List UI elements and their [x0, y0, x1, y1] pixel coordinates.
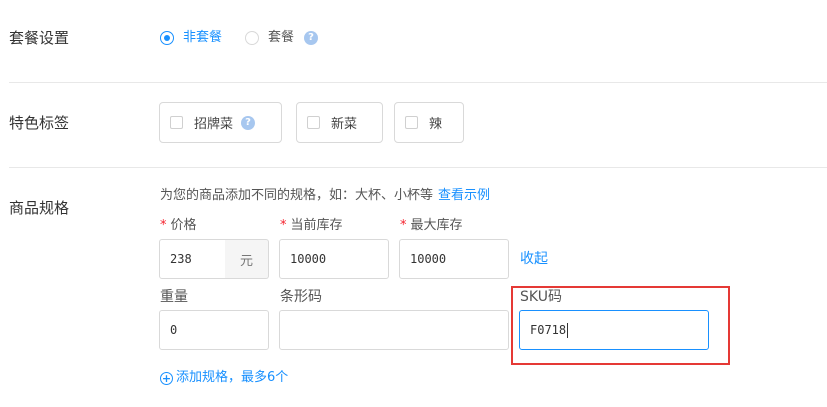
- divider: [9, 167, 827, 168]
- package-setting-label: 套餐设置: [9, 29, 70, 47]
- radio-checked-icon: [160, 31, 174, 45]
- price-unit-addon: 元: [225, 239, 269, 279]
- spec-hint-text: 为您的商品添加不同的规格，如：大杯、小杯等: [160, 188, 434, 203]
- tag-signature-label: 招牌菜: [194, 117, 234, 132]
- view-example-link[interactable]: 查看示例: [438, 188, 490, 203]
- price-label-text: 价格: [170, 218, 197, 233]
- weight-label: 重量: [160, 289, 188, 305]
- radio-non-package-label: 非套餐: [183, 30, 223, 45]
- max-stock-label: * 最大库存: [400, 217, 463, 235]
- sku-label: SKU码: [520, 289, 562, 305]
- radio-package[interactable]: 套餐 ?: [245, 29, 319, 47]
- required-mark: *: [160, 218, 167, 233]
- feature-tags-label: 特色标签: [9, 114, 70, 132]
- sku-input-value: F0718: [530, 323, 567, 337]
- tag-checkbox-signature[interactable]: 招牌菜 ?: [159, 102, 282, 143]
- tag-spicy-label: 辣: [429, 117, 443, 132]
- price-input[interactable]: 238: [159, 239, 226, 279]
- product-form: 套餐设置 非套餐 套餐 ? 特色标签 招牌菜 ? 新菜 辣 商品规格 为您的商品…: [0, 0, 827, 407]
- spec-hint: 为您的商品添加不同的规格，如：大杯、小杯等 查看示例: [160, 186, 490, 206]
- help-icon[interactable]: ?: [241, 115, 256, 130]
- max-stock-label-text: 最大库存: [410, 218, 463, 233]
- stock-input[interactable]: 10000: [279, 239, 389, 279]
- required-mark: *: [400, 218, 407, 233]
- help-icon[interactable]: ?: [304, 31, 319, 45]
- product-spec-label: 商品规格: [9, 199, 70, 217]
- checkbox-icon: [405, 116, 418, 129]
- stock-label-text: 当前库存: [290, 218, 343, 233]
- sku-input[interactable]: F0718: [519, 310, 709, 350]
- tag-new-label: 新菜: [331, 117, 358, 132]
- weight-input[interactable]: 0: [159, 310, 269, 350]
- radio-package-label: 套餐: [268, 30, 295, 45]
- barcode-label: 条形码: [280, 289, 322, 305]
- max-stock-input[interactable]: 10000: [399, 239, 509, 279]
- checkbox-icon: [307, 116, 320, 129]
- price-label: * 价格: [160, 217, 197, 235]
- barcode-input[interactable]: [279, 310, 509, 350]
- text-caret: [567, 322, 569, 338]
- radio-non-package[interactable]: 非套餐: [160, 29, 222, 47]
- divider: [9, 82, 827, 83]
- tag-checkbox-spicy[interactable]: 辣: [394, 102, 464, 143]
- stock-label: * 当前库存: [280, 217, 343, 235]
- radio-unchecked-icon: [245, 31, 259, 45]
- collapse-link[interactable]: 收起: [520, 249, 548, 269]
- checkbox-icon: [170, 116, 183, 129]
- plus-circle-icon: +: [160, 371, 173, 385]
- add-spec-label: 添加规格，最多6个: [176, 370, 289, 385]
- add-spec-link[interactable]: + 添加规格，最多6个: [160, 368, 288, 388]
- tag-checkbox-new[interactable]: 新菜: [296, 102, 383, 143]
- required-mark: *: [280, 218, 287, 233]
